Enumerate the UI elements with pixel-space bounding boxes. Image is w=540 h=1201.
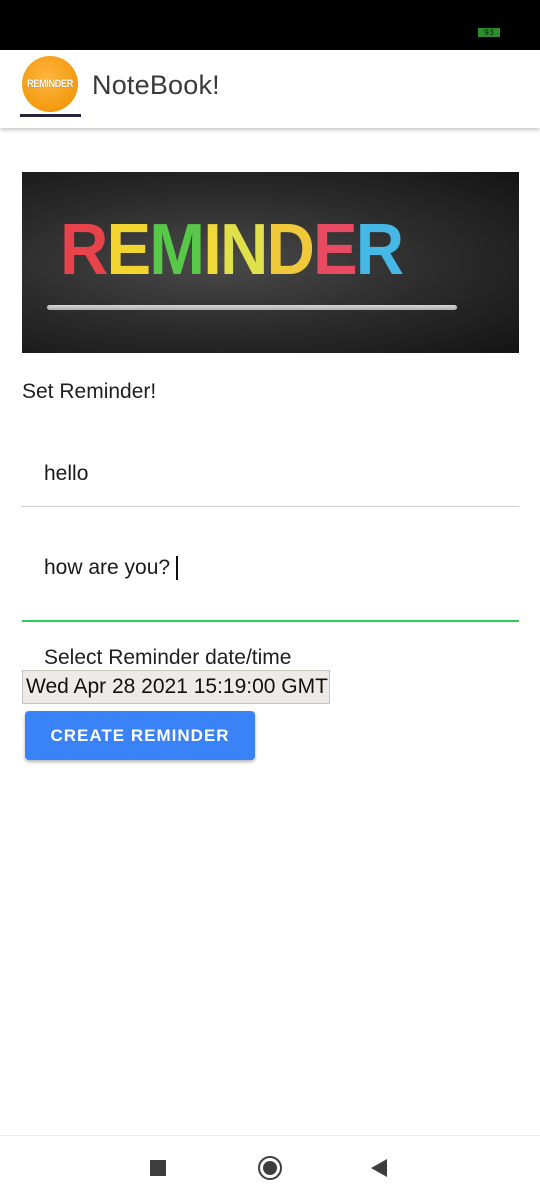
app-bar: REMINDER NoteBook!: [0, 50, 540, 128]
battery-icon: 93: [478, 28, 500, 37]
banner-letter: I: [203, 210, 222, 290]
logo-text: REMINDER: [27, 78, 73, 90]
chalk-line: [47, 305, 457, 310]
app-logo: REMINDER: [22, 56, 78, 112]
banner-letter: R: [60, 210, 108, 290]
banner-letter: N: [219, 210, 268, 290]
recents-square-icon[interactable]: [150, 1160, 166, 1176]
banner-letter: E: [106, 210, 152, 290]
banner-letter: M: [149, 210, 205, 290]
description-underline-focused: [22, 620, 519, 622]
section-label: Set Reminder!: [22, 380, 157, 403]
status-bar: 93: [0, 0, 540, 50]
banner-word: REMINDER: [60, 210, 404, 290]
text-cursor: [176, 556, 178, 580]
banner-letter: R: [355, 210, 404, 290]
home-circle-icon[interactable]: [258, 1156, 282, 1180]
back-triangle-icon[interactable]: [371, 1159, 387, 1177]
app-title: NoteBook!: [92, 70, 220, 100]
banner-letter: E: [312, 210, 358, 290]
logo-underline: [20, 114, 81, 117]
create-reminder-button[interactable]: CREATE REMINDER: [25, 711, 255, 760]
reminder-description-input[interactable]: [22, 552, 519, 584]
title-underline: [22, 506, 519, 507]
reminder-title-input[interactable]: [22, 458, 519, 490]
datetime-label: Select Reminder date/time: [44, 646, 292, 669]
reminder-banner-image: REMINDER: [22, 172, 519, 353]
datetime-picker-field[interactable]: Wed Apr 28 2021 15:19:00 GMT: [22, 670, 330, 704]
banner-letter: D: [266, 210, 314, 290]
navigation-bar: [0, 1135, 540, 1201]
